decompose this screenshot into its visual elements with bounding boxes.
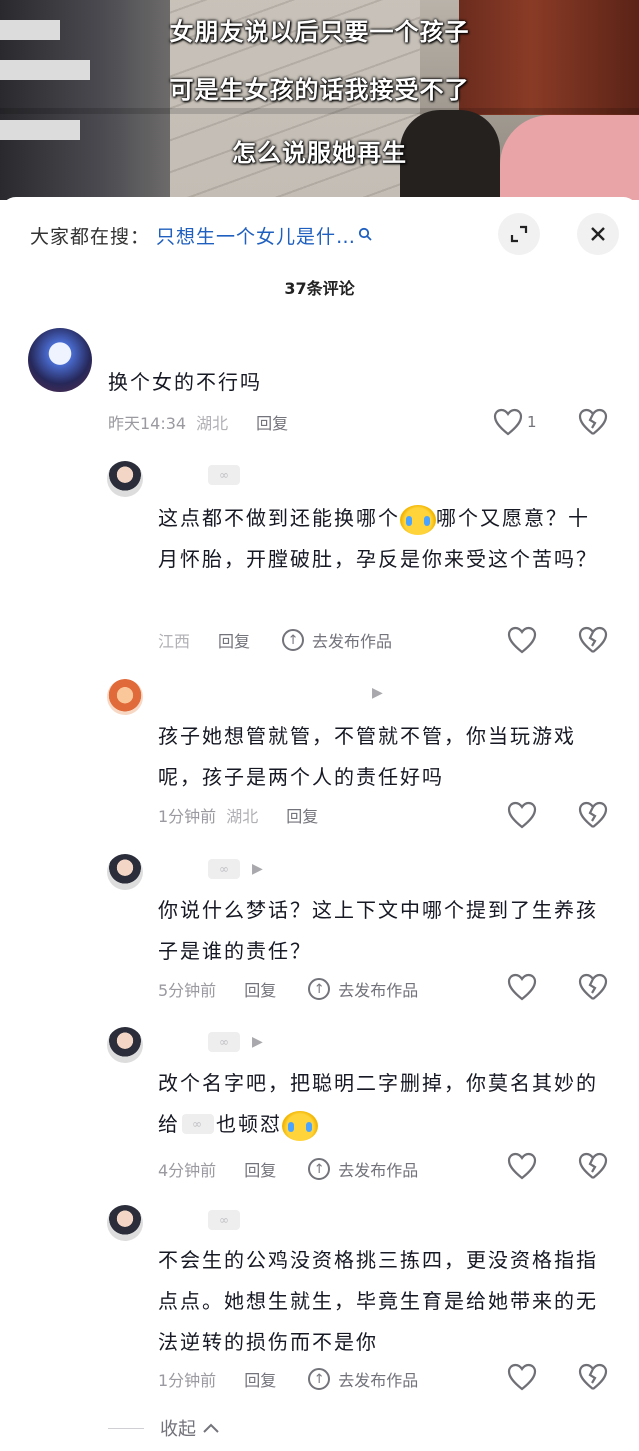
heart-icon[interactable] (507, 801, 537, 829)
comment-text: 这点都不做到还能换哪个 哪个又愿意？十月怀胎，开膛破肚，孕反是你来受这个苦吗？ (158, 504, 598, 571)
comment-meta: 5分钟前 回复 ↑ 去发布作品 (158, 977, 418, 1001)
comment-time: 5分钟前 (158, 981, 217, 1000)
comment-meta: 1分钟前 回复 ↑ 去发布作品 (158, 1367, 418, 1391)
broken-heart-icon[interactable] (578, 1152, 608, 1180)
broken-heart-icon[interactable] (578, 408, 608, 436)
reply-button[interactable]: 回复 (244, 1367, 276, 1391)
username-placeholder[interactable]: ∞ (208, 1210, 240, 1230)
expand-button[interactable] (498, 213, 540, 255)
username-placeholder[interactable]: ∞ (208, 465, 240, 485)
trending-search[interactable]: 大家都在搜： 只想生一个女儿是什… (30, 219, 372, 251)
like-button[interactable]: 1 (493, 408, 537, 436)
comment-time: 1分钟前 (158, 1371, 217, 1390)
reply-button[interactable]: 回复 (244, 977, 276, 1001)
avatar[interactable] (28, 328, 92, 392)
divider (108, 1427, 144, 1429)
comment-text: 不会生的公鸡没资格挑三拣四，更没资格指指点点。她想生就生，毕竟生育是给她带来的无… (158, 1248, 598, 1354)
video-player[interactable]: 女朋友说以后只要一个孩子 可是生女孩的话我接受不了 怎么说服她再生 (0, 0, 639, 200)
arrow-up-icon: ↑ (308, 1158, 331, 1180)
publish-work-button[interactable]: ↑ 去发布作品 (282, 628, 392, 652)
reply-to-arrow-icon: ▶ (372, 685, 383, 701)
video-caption: 女朋友说以后只要一个孩子 (169, 18, 470, 46)
search-icon[interactable] (358, 226, 372, 245)
close-button[interactable] (577, 213, 619, 255)
comment-time: 1分钟前 (158, 807, 217, 826)
collapse-replies-button[interactable]: 收起 (108, 1415, 220, 1441)
avatar[interactable] (107, 854, 143, 890)
heart-icon[interactable] (507, 1152, 537, 1180)
heart-icon[interactable] (507, 626, 537, 654)
avatar[interactable] (107, 461, 143, 497)
avatar[interactable] (107, 679, 143, 715)
comment-meta: 1分钟前 湖北 回复 (158, 803, 318, 827)
reply-to-arrow-icon: ▶ (252, 1034, 263, 1050)
comment-meta: 昨天14:34 湖北 回复 (108, 410, 288, 434)
expand-icon (510, 225, 528, 243)
username-placeholder[interactable]: ∞ (208, 1032, 240, 1052)
comment-text: 换个女的不行吗 (108, 370, 262, 394)
like-count: 1 (527, 413, 537, 431)
arrow-up-icon: ↑ (308, 978, 331, 1000)
comment-location: 江西 (158, 632, 191, 651)
heart-icon (493, 408, 523, 436)
comment-count: 37条评论 (284, 279, 355, 298)
comment-meta: 4分钟前 回复 ↑ 去发布作品 (158, 1157, 418, 1181)
reply-button[interactable]: 回复 (286, 803, 318, 827)
broken-heart-icon[interactable] (578, 626, 608, 654)
comment-sheet: 大家都在搜： 只想生一个女儿是什… 37条评论 换个女的不行吗 昨天14:34 … (0, 197, 639, 1451)
crying-emoji-icon (282, 1110, 318, 1141)
mentioned-user-placeholder[interactable]: ∞ (182, 1113, 214, 1134)
comment-location: 湖北 (226, 807, 259, 826)
broken-heart-icon[interactable] (578, 973, 608, 1001)
video-caption: 怎么说服她再生 (232, 139, 407, 167)
username-placeholder[interactable]: ∞ (208, 859, 240, 879)
broken-heart-icon[interactable] (578, 801, 608, 829)
avatar[interactable] (107, 1027, 143, 1063)
heart-icon[interactable] (507, 973, 537, 1001)
comment-time: 4分钟前 (158, 1161, 217, 1180)
comment-text: 改个名字吧，把聪明二字删掉，你莫名其妙的给 ∞ 也顿怼 (158, 1063, 610, 1145)
video-caption: 可是生女孩的话我接受不了 (169, 76, 470, 104)
chevron-up-icon (203, 1423, 219, 1433)
arrow-up-icon: ↑ (308, 1368, 331, 1390)
close-icon (591, 227, 605, 241)
reply-button[interactable]: 回复 (218, 628, 250, 652)
comment-text: 孩子她想管就管，不管就不管，你当玩游戏呢，孩子是两个人的责任好吗 (158, 724, 576, 789)
broken-heart-icon[interactable] (578, 1363, 608, 1391)
search-term-link[interactable]: 只想生一个女儿是什… (156, 222, 356, 249)
reply-button[interactable]: 回复 (256, 410, 288, 434)
crying-emoji-icon (400, 504, 436, 535)
arrow-up-icon: ↑ (282, 629, 305, 651)
heart-icon[interactable] (507, 1363, 537, 1391)
comment-meta: 江西 回复 ↑ 去发布作品 (158, 628, 392, 652)
reply-to-arrow-icon: ▶ (252, 861, 263, 877)
publish-work-button[interactable]: ↑ 去发布作品 (308, 1157, 418, 1181)
publish-work-button[interactable]: ↑ 去发布作品 (308, 1367, 418, 1391)
reply-button[interactable]: 回复 (244, 1157, 276, 1181)
comment-location: 湖北 (196, 414, 229, 433)
avatar[interactable] (107, 1205, 143, 1241)
search-prefix: 大家都在搜： (30, 225, 151, 248)
comment-text: 你说什么梦话？这上下文中哪个提到了生养孩子是谁的责任？ (158, 898, 598, 963)
comment-time: 昨天14:34 (108, 414, 187, 433)
publish-work-button[interactable]: ↑ 去发布作品 (308, 977, 418, 1001)
